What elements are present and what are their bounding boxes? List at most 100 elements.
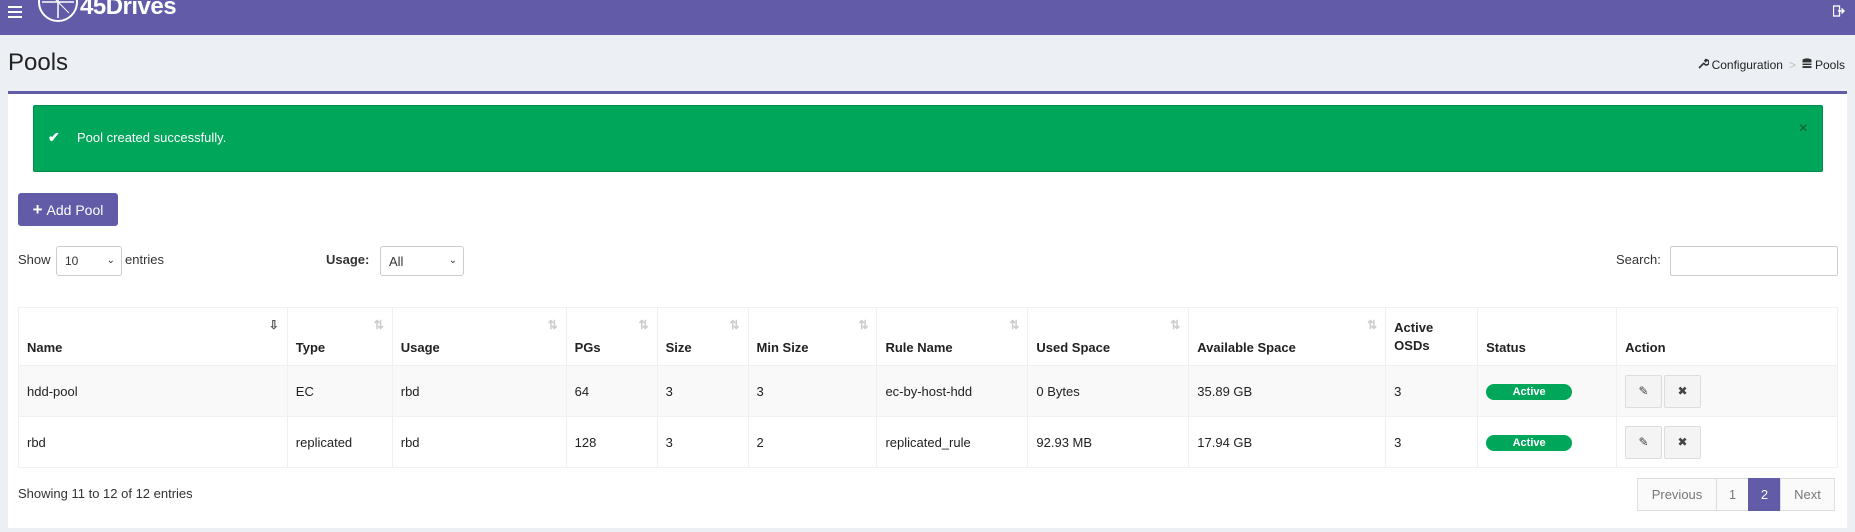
pagination-previous[interactable]: Previous: [1637, 478, 1717, 511]
brand-logo[interactable]: 45Drives: [38, 0, 177, 22]
cell-rule-name: replicated_rule: [876, 416, 1029, 468]
table-row: rbd replicated rbd 128 3 2 replicated_ru…: [18, 416, 1838, 468]
sort-icon: ⇅: [1170, 318, 1181, 332]
close-icon[interactable]: ×: [1799, 120, 1808, 138]
breadcrumb-separator: >: [1788, 58, 1796, 72]
sort-icon: ⇅: [373, 318, 384, 332]
top-navbar: 45Drives: [0, 0, 1855, 35]
sort-icon: ⇅: [1367, 318, 1378, 332]
breadcrumb: Configuration > Pools: [1697, 58, 1845, 72]
col-header-label: Min Size: [756, 340, 809, 355]
plus-icon: +: [32, 199, 43, 219]
database-icon: [1802, 58, 1812, 72]
col-header-label: Name: [27, 340, 63, 355]
cell-pgs: 64: [565, 365, 658, 417]
cell-status: Active: [1477, 416, 1618, 468]
col-header-available-space[interactable]: Available Space ⇅: [1188, 307, 1387, 366]
col-header-pgs[interactable]: PGs ⇅: [565, 307, 658, 366]
close-icon: ✖: [1677, 434, 1688, 449]
table-info: Showing 11 to 12 of 12 entries: [18, 486, 193, 501]
col-header-name[interactable]: Name ⇩: [18, 307, 288, 366]
col-header-label: Action: [1625, 340, 1666, 355]
alert-message: Pool created successfully.: [77, 130, 227, 145]
check-icon: ✔: [48, 129, 60, 145]
cell-size: 3: [656, 365, 749, 417]
pagination-page-2[interactable]: 2: [1748, 478, 1781, 511]
status-badge: Active: [1486, 383, 1573, 400]
breadcrumb-label: Pools: [1814, 58, 1845, 72]
success-alert: ✔ Pool created successfully. ×: [33, 105, 1823, 172]
chevron-down-icon: ⌄: [448, 255, 457, 266]
cell-pgs: 128: [565, 416, 658, 468]
cell-used-space: 0 Bytes: [1027, 365, 1190, 417]
col-header-label: Size: [665, 340, 692, 355]
col-header-label: Rule Name: [885, 340, 953, 355]
cell-used-space: 92.93 MB: [1027, 416, 1190, 468]
col-header-min-size[interactable]: Min Size ⇅: [747, 307, 878, 366]
col-header-usage[interactable]: Usage ⇅: [391, 307, 567, 366]
cell-rule-name: ec-by-host-hdd: [876, 365, 1029, 417]
chevron-down-icon: ⌄: [106, 255, 115, 266]
search-input[interactable]: [1670, 246, 1838, 276]
col-header-type[interactable]: Type ⇅: [286, 307, 393, 366]
col-header-label: Status: [1486, 340, 1526, 355]
close-icon: ✖: [1677, 383, 1688, 398]
add-pool-button[interactable]: + Add Pool: [18, 193, 118, 226]
delete-button[interactable]: ✖: [1664, 425, 1702, 459]
cell-available-space: 17.94 GB: [1188, 416, 1387, 468]
col-header-label: Available Space: [1197, 340, 1296, 355]
col-header-action: Action: [1616, 307, 1838, 366]
status-badge: Active: [1486, 434, 1573, 451]
usage-filter-select[interactable]: All ⌄: [380, 246, 464, 276]
col-header-label: Type: [295, 340, 326, 355]
hamburger-icon[interactable]: [8, 6, 22, 18]
col-header-used-space[interactable]: Used Space ⇅: [1027, 307, 1190, 366]
table-header-row: Name ⇩ Type ⇅ Usage ⇅ PGs ⇅ Size ⇅ Min Size ⇅ …: [18, 307, 1838, 366]
add-pool-label: Add Pool: [46, 201, 104, 218]
breadcrumb-configuration[interactable]: Configuration: [1697, 58, 1783, 72]
col-header-label: Usage: [400, 340, 440, 355]
pagination: Previous 1 2 Next: [1637, 478, 1835, 511]
col-header-rule-name[interactable]: Rule Name ⇅: [876, 307, 1029, 366]
cell-usage: rbd: [391, 416, 567, 468]
cell-name: hdd-pool: [18, 365, 288, 417]
cell-min-size: 3: [747, 365, 878, 417]
logo-mark-icon: [38, 0, 78, 22]
col-header-label: Used Space: [1036, 340, 1111, 355]
logout-icon[interactable]: [1832, 5, 1845, 20]
pools-table: Name ⇩ Type ⇅ Usage ⇅ PGs ⇅ Size ⇅ Min Size ⇅ …: [18, 307, 1838, 468]
wrench-icon: [1697, 58, 1710, 72]
sort-icon: ⇅: [547, 318, 558, 332]
cell-min-size: 2: [747, 416, 878, 468]
sort-icon: ⇅: [858, 318, 869, 332]
delete-button[interactable]: ✖: [1664, 374, 1702, 408]
edit-icon: ✎: [1638, 434, 1649, 449]
page-length-value: 10: [65, 254, 79, 268]
col-header-size[interactable]: Size ⇅: [656, 307, 749, 366]
cell-usage: rbd: [391, 365, 567, 417]
cell-size: 3: [656, 416, 749, 468]
cell-action: ✎ ✖: [1616, 365, 1838, 417]
show-label: Show: [18, 252, 51, 267]
edit-button[interactable]: ✎: [1625, 425, 1663, 459]
page-title: Pools: [8, 49, 69, 76]
col-header-active-osds: Active OSDs: [1385, 307, 1479, 366]
sort-icon: ⇅: [729, 318, 740, 332]
cell-available-space: 35.89 GB: [1188, 365, 1387, 417]
table-row: hdd-pool EC rbd 64 3 3 ec-by-host-hdd 0 …: [18, 365, 1838, 417]
cell-type: EC: [286, 365, 393, 417]
brand-name: 45Drives: [80, 0, 177, 20]
col-header-status: Status: [1477, 307, 1618, 366]
cell-name: rbd: [18, 416, 288, 468]
cell-action: ✎ ✖: [1616, 416, 1838, 468]
col-header-label: PGs: [574, 340, 601, 355]
page-length-select[interactable]: 10 ⌄: [56, 246, 122, 276]
entries-label: entries: [125, 252, 165, 267]
cell-status: Active: [1477, 365, 1618, 417]
breadcrumb-pools[interactable]: Pools: [1802, 58, 1845, 72]
pagination-next[interactable]: Next: [1780, 478, 1835, 511]
edit-button[interactable]: ✎: [1625, 374, 1663, 408]
search-label: Search:: [1616, 252, 1661, 267]
pagination-page-1[interactable]: 1: [1716, 478, 1749, 511]
usage-label: Usage:: [326, 252, 370, 267]
